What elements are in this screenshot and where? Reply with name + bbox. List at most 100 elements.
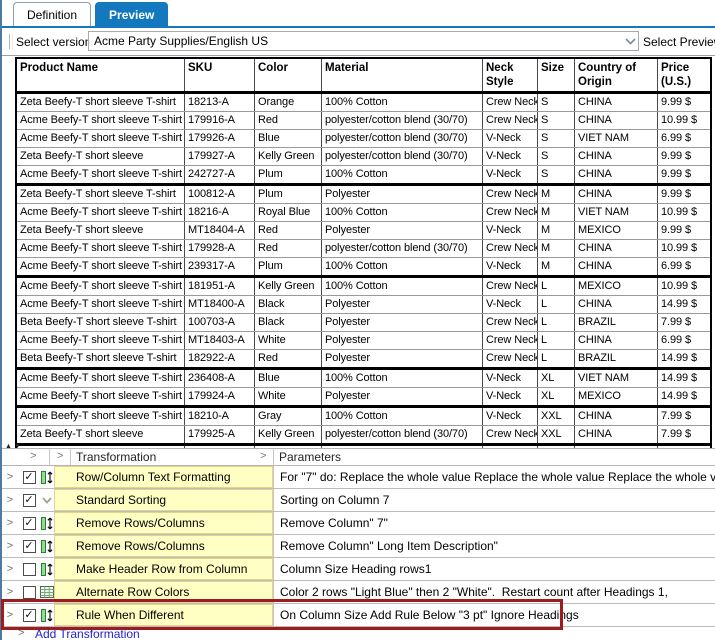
expand-chevron-icon[interactable]: > bbox=[2, 535, 18, 557]
table-cell: Zeta Beefy-T short sleeve T-shirt bbox=[17, 94, 185, 111]
table-cell: Crew Neck bbox=[483, 350, 538, 367]
table-row[interactable]: Acme Beefy-T short sleeve T-shirt179924-… bbox=[17, 388, 710, 408]
expand-chevron-icon[interactable]: > bbox=[2, 512, 18, 534]
table-cell: 6.99 $ bbox=[658, 258, 710, 275]
column-format-icon bbox=[40, 512, 54, 534]
expand-chevron-icon[interactable]: > bbox=[2, 558, 18, 580]
table-cell: M bbox=[538, 258, 575, 275]
transformation-name: Make Header Row from Column bbox=[54, 558, 273, 580]
table-cell: CHINA bbox=[575, 148, 658, 165]
transformation-row[interactable]: >Alternate Row ColorsColor 2 rows "Light… bbox=[2, 581, 715, 604]
expand-chevron-icon[interactable]: > bbox=[2, 604, 18, 626]
table-cell: Plum bbox=[255, 258, 322, 275]
chevron-down-icon[interactable] bbox=[622, 38, 638, 45]
column-header-country-of-origin[interactable]: Country of Origin bbox=[575, 59, 658, 91]
table-row[interactable]: Zeta Beefy-T short sleeveMT18404-ARedPol… bbox=[17, 222, 710, 240]
transformation-row[interactable]: >✓Remove Rows/ColumnsRemove Column" 7" bbox=[2, 512, 715, 535]
expand-chevron-icon[interactable]: > bbox=[2, 581, 18, 603]
table-cell: Red bbox=[255, 350, 322, 367]
table-cell: BRAZIL bbox=[575, 314, 658, 331]
table-cell: M bbox=[538, 222, 575, 239]
enabled-checkbox[interactable]: ✓ bbox=[18, 466, 40, 488]
table-cell: VIET NAM bbox=[575, 204, 658, 221]
table-cell: M bbox=[538, 186, 575, 203]
transformation-name: Remove Rows/Columns bbox=[54, 535, 273, 557]
table-row[interactable]: Acme Beefy-T short sleeve T-shirt239317-… bbox=[17, 258, 710, 278]
expand-chevron-icon[interactable]: > bbox=[2, 489, 18, 511]
table-cell: Crew Neck bbox=[483, 278, 538, 295]
table-cell: 7.99 $ bbox=[658, 426, 710, 443]
table-cell: 179928-A bbox=[185, 240, 255, 257]
column-header-size[interactable]: Size bbox=[538, 59, 575, 91]
table-cell: MT18404-A bbox=[185, 222, 255, 239]
table-cell: S bbox=[538, 166, 575, 183]
splitter-down-icon[interactable]: ▼ bbox=[14, 443, 23, 450]
table-cell: Zeta Beefy-T short sleeve bbox=[17, 148, 185, 165]
table-row[interactable]: Zeta Beefy-T short sleeve T-shirt18213-A… bbox=[17, 94, 710, 112]
toolbar-grip[interactable] bbox=[9, 34, 13, 49]
enabled-checkbox[interactable]: ✓ bbox=[18, 535, 40, 557]
transformation-column-header[interactable]: Transformation bbox=[76, 450, 156, 464]
tab-bar: Definition Preview bbox=[13, 2, 168, 26]
header-divider bbox=[49, 449, 50, 465]
splitter-controls[interactable]: ▲▼ bbox=[5, 443, 23, 450]
transformation-row[interactable]: >✓Row/Column Text FormattingFor "7" do: … bbox=[2, 466, 715, 489]
version-value: Acme Party Supplies/English US bbox=[89, 34, 622, 48]
table-cell: MT18400-A bbox=[185, 296, 255, 313]
table-row[interactable]: Zeta Beefy-T short sleeve T-shirt100812-… bbox=[17, 186, 710, 204]
tab-definition[interactable]: Definition bbox=[13, 2, 91, 26]
table-row[interactable]: Beta Beefy-T short sleeve T-shirt182922-… bbox=[17, 350, 710, 370]
table-row[interactable]: Acme Beefy-T short sleeve T-shirt179926-… bbox=[17, 130, 710, 148]
transformation-name: Rule When Different bbox=[54, 604, 273, 626]
table-row[interactable]: Acme Beefy-T short sleeve T-shirtMT18400… bbox=[17, 296, 710, 314]
table-cell: Black bbox=[255, 314, 322, 331]
add-transformation-link[interactable]: Add Transformation bbox=[35, 627, 140, 641]
expand-chevron-icon[interactable]: > bbox=[2, 466, 18, 488]
transformation-row[interactable]: > Make Header Row from ColumnColumn Size … bbox=[2, 558, 715, 581]
transformation-row[interactable]: >✓Remove Rows/ColumnsRemove Column" Long… bbox=[2, 535, 715, 558]
header-divider bbox=[273, 449, 274, 465]
table-cell: Crew Neck bbox=[483, 314, 538, 331]
table-cell: 14.99 $ bbox=[658, 388, 710, 405]
parameters-column-header[interactable]: Parameters bbox=[279, 450, 341, 464]
enabled-checkbox[interactable]: ✓ bbox=[18, 604, 40, 626]
table-row[interactable]: Acme Beefy-T short sleeve T-shirt18210-A… bbox=[17, 408, 710, 426]
table-row[interactable]: Acme Beefy-T short sleeve T-shirt242727-… bbox=[17, 166, 710, 186]
table-cell: Crew Neck bbox=[483, 94, 538, 111]
transformation-params: Column Size Heading rows1 bbox=[273, 558, 715, 580]
table-row[interactable]: Acme Beefy-T short sleeve T-shirt236408-… bbox=[17, 370, 710, 388]
table-row[interactable]: Acme Beefy-T short sleeve T-shirt179928-… bbox=[17, 240, 710, 258]
column-header-neck-style[interactable]: Neck Style bbox=[483, 59, 538, 91]
table-row[interactable]: Zeta Beefy-T short sleeve179925-AKelly G… bbox=[17, 426, 710, 446]
enabled-checkbox[interactable]: ✓ bbox=[18, 512, 40, 534]
version-combobox[interactable]: Acme Party Supplies/English US bbox=[88, 31, 639, 51]
column-header-material[interactable]: Material bbox=[322, 59, 483, 91]
table-row[interactable]: Acme Beefy-T short sleeve T-shirt179916-… bbox=[17, 112, 710, 130]
splitter-up-icon[interactable]: ▲ bbox=[5, 443, 14, 450]
table-cell: 9.99 $ bbox=[658, 166, 710, 183]
table-cell: 9.99 $ bbox=[658, 94, 710, 111]
table-cell: 18213-A bbox=[185, 94, 255, 111]
tab-preview[interactable]: Preview bbox=[95, 2, 168, 26]
enabled-checkbox[interactable] bbox=[18, 558, 40, 580]
table-row[interactable]: Acme Beefy-T short sleeve T-shirtMT18403… bbox=[17, 332, 710, 350]
table-row[interactable]: Zeta Beefy-T short sleeve179927-AKelly G… bbox=[17, 148, 710, 166]
table-cell: 100% Cotton bbox=[322, 204, 483, 221]
column-format-icon bbox=[40, 535, 54, 557]
table-cell: polyester/cotton blend (30/70) bbox=[322, 130, 483, 147]
column-header-product-name[interactable]: Product Name bbox=[17, 59, 185, 91]
enabled-checkbox[interactable]: ✓ bbox=[18, 489, 40, 511]
column-header-color[interactable]: Color bbox=[255, 59, 322, 91]
transformation-row[interactable]: >✓Rule When DifferentOn Column Size Add … bbox=[2, 604, 715, 627]
table-row[interactable]: Acme Beefy-T short sleeve T-shirt18216-A… bbox=[17, 204, 710, 222]
table-row[interactable]: Beta Beefy-T short sleeve T-shirt100703-… bbox=[17, 314, 710, 332]
table-cell: VIET NAM bbox=[575, 370, 658, 387]
column-header-sku[interactable]: SKU bbox=[185, 59, 255, 91]
table-cell: Royal Blue bbox=[255, 204, 322, 221]
column-header-price[interactable]: Price (U.S.) bbox=[658, 59, 710, 91]
enabled-checkbox[interactable] bbox=[18, 581, 40, 603]
transformation-row[interactable]: >✓Standard SortingSorting on Column 7 bbox=[2, 489, 715, 512]
select-preview-node-label: Select Preview Node bbox=[643, 35, 715, 49]
table-cell: Polyester bbox=[322, 350, 483, 367]
table-row[interactable]: Acme Beefy-T short sleeve T-shirt181951-… bbox=[17, 278, 710, 296]
